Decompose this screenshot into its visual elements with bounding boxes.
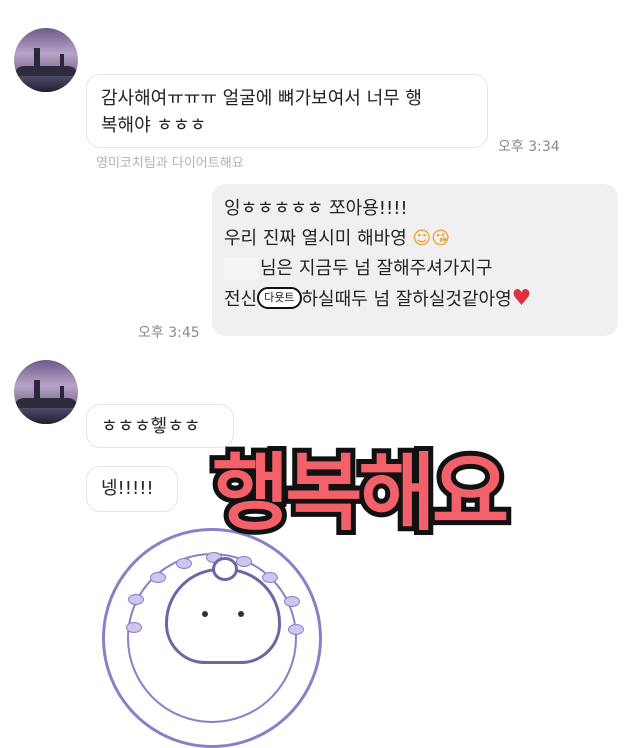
avatar-tower [34, 380, 40, 400]
mascot-eye [202, 611, 208, 617]
heart-icon: ♥ [511, 286, 532, 311]
message-text: ㅎㅎㅎ헿ㅎㅎ [101, 416, 201, 437]
message-line-4: 전신 다욧트 하실때두 넘 잘하실것같아영♥ [224, 284, 606, 315]
diet-sticker: 다욧트 [257, 287, 302, 309]
redacted-name [224, 258, 258, 280]
message-text: 우리 진짜 열시미 해바영 [224, 228, 407, 249]
avatar-bridge [14, 398, 78, 408]
fish-icon [288, 624, 304, 635]
mascot-eye [238, 611, 244, 617]
fish-icon [126, 622, 142, 633]
message-text: 감사해여ㅠㅠㅠ 얼굴에 뼈가보여서 너무 행 [101, 88, 422, 109]
sender-avatar[interactable] [14, 28, 78, 92]
message-text: 님은 지금두 넘 잘해주셔가지구 [260, 258, 493, 279]
message-line-3: 님은 지금두 넘 잘해주셔가지구 [224, 254, 606, 284]
avatar-river [14, 76, 78, 92]
sender-avatar[interactable] [14, 360, 78, 424]
smile-kiss-emoji: ☺😘 [412, 228, 451, 249]
message-line-2: 우리 진짜 열시미 해바영 ☺😘 [224, 224, 606, 254]
received-message-4[interactable]: 넹!!!!! [86, 466, 178, 512]
fish-icon [236, 556, 252, 567]
message-subtext: 영미코치팀과 다이어트해요 [96, 156, 244, 171]
fish-icon [128, 594, 144, 605]
fish-icon [284, 596, 300, 607]
received-message-1[interactable]: 감사해여ㅠㅠㅠ 얼굴에 뼈가보여서 너무 행 복해야 ㅎㅎㅎ [86, 74, 488, 148]
message-timestamp: 오후 3:45 [138, 325, 200, 341]
avatar-bridge [14, 66, 78, 76]
avatar-tower [34, 48, 40, 68]
message-text: 잉ㅎㅎㅎㅎㅎ 쪼아용!!!! [224, 198, 408, 219]
message-text: 하실때두 넘 잘하실것같아영 [301, 289, 512, 310]
sent-message[interactable]: 잉ㅎㅎㅎㅎㅎ 쪼아용!!!! 우리 진짜 열시미 해바영 ☺😘 님은 지금두 넘… [212, 184, 618, 336]
fish-icon [176, 558, 192, 569]
message-text: 넹!!!!! [101, 478, 154, 499]
message-timestamp: 오후 3:34 [498, 139, 560, 155]
headline-overlay: 행복해요 [207, 439, 514, 547]
mascot-tuft [212, 557, 238, 581]
message-text: 전신 [224, 289, 258, 310]
message-text: 복해야 ㅎㅎㅎ [101, 115, 207, 136]
fish-icon [262, 572, 278, 583]
avatar-river [14, 408, 78, 424]
fish-icon [150, 572, 166, 583]
mascot-character [165, 557, 281, 664]
